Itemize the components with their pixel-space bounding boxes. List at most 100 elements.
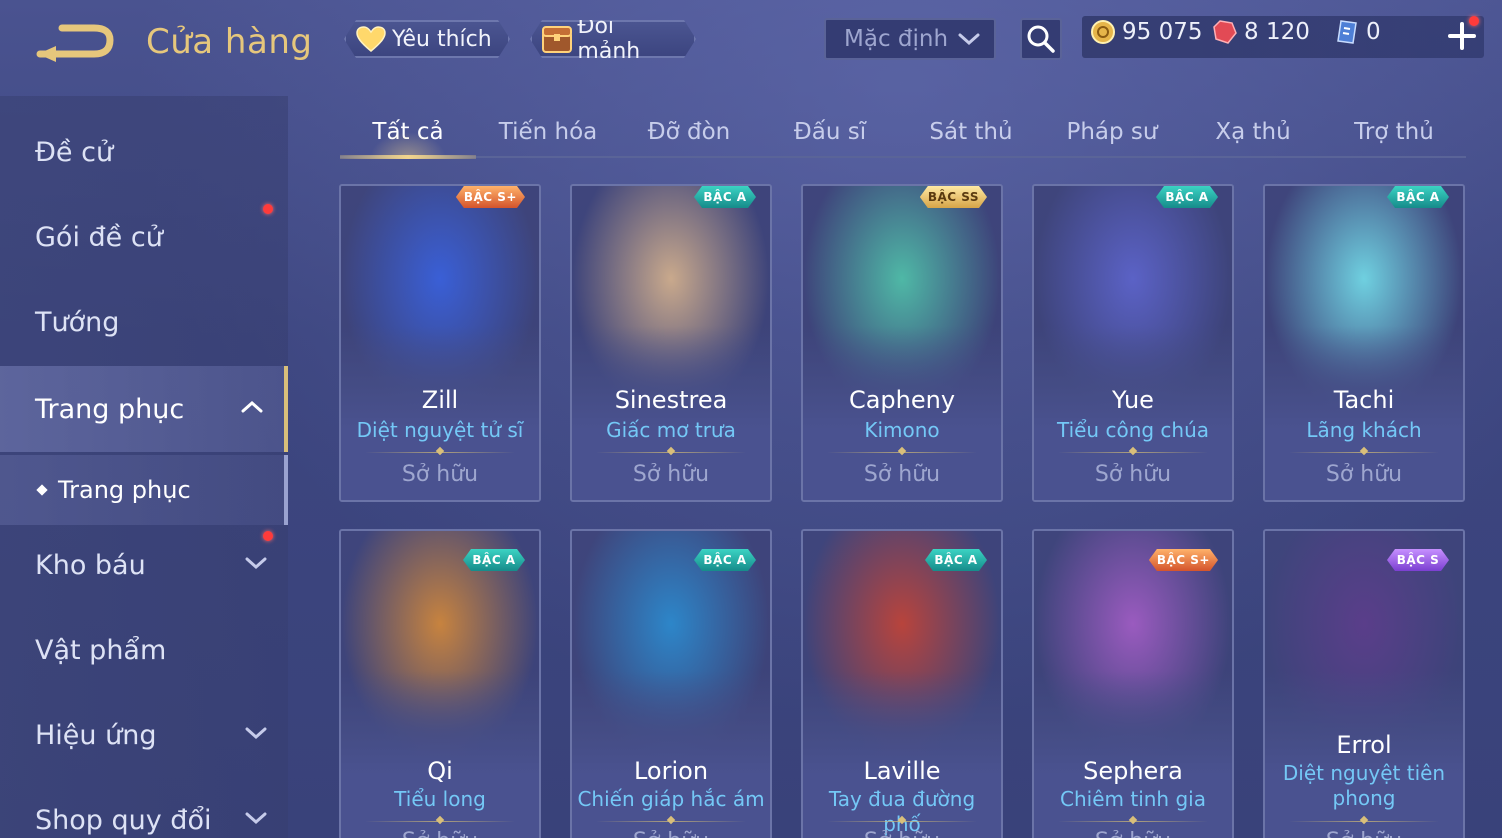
favorite-button[interactable]: Yêu thích xyxy=(344,20,510,58)
divider xyxy=(365,821,515,822)
skin-card[interactable]: BẬC A Yue Tiểu công chúa Sở hữu xyxy=(1032,184,1234,502)
hero-name: Sinestrea xyxy=(614,386,728,414)
skin-card[interactable]: BẬC A Sinestrea Giấc mơ trưa Sở hữu xyxy=(570,184,772,502)
skin-card[interactable]: BẬC A Qi Tiểu long Sở hữu xyxy=(339,529,541,838)
tier-badge: BẬC A xyxy=(463,549,525,571)
tab-tank[interactable]: Đỡ đòn xyxy=(621,108,757,156)
tab-label: Tất cả xyxy=(372,119,444,145)
owned-status: Sở hữu xyxy=(1034,829,1232,838)
hero-name: Lorion xyxy=(633,757,709,785)
skin-card[interactable]: BẬC A Lorion Chiến giáp hắc ám Sở hữu xyxy=(570,529,772,838)
skin-name: Giấc mơ trưa xyxy=(606,418,736,442)
sidebar-item-label: Vật phẩm xyxy=(35,634,167,666)
sidebar-item-recommended-packs[interactable]: Gói đề cử xyxy=(0,197,288,277)
exchange-fragments-button[interactable]: Đổi mảnh xyxy=(530,20,696,58)
sidebar-item-label: Trang phục xyxy=(35,393,185,425)
back-arrow-icon[interactable] xyxy=(36,24,114,64)
card-shade xyxy=(1034,671,1232,838)
tab-support[interactable]: Trợ thủ xyxy=(1326,108,1462,156)
sidebar-subitem-label: Trang phục xyxy=(58,476,191,504)
sidebar-item-items[interactable]: Vật phẩm xyxy=(0,610,288,690)
sidebar-item-label: Gói đề cử xyxy=(35,221,163,253)
tab-assassin[interactable]: Sát thủ xyxy=(903,108,1039,156)
divider xyxy=(1289,452,1439,453)
skin-card[interactable]: BẬC S Errol Diệt nguyệt tiên phong Sở hữ… xyxy=(1263,529,1465,838)
search-button[interactable] xyxy=(1020,18,1062,60)
skin-card[interactable]: BẬC A Laville Tay đua đường phố Sở hữu xyxy=(801,529,1003,838)
sidebar-item-treasure[interactable]: Kho báu xyxy=(0,525,288,605)
hero-name: Tachi xyxy=(1333,386,1395,414)
sidebar-item-exchange-shop[interactable]: Shop quy đổi xyxy=(0,780,288,838)
chest-icon xyxy=(540,24,573,54)
divider xyxy=(827,452,977,453)
sidebar-item-label: Shop quy đổi xyxy=(35,804,212,836)
tier-badge: BẬC A xyxy=(1387,186,1449,208)
skin-name: Lãng khách xyxy=(1306,418,1422,442)
owned-status: Sở hữu xyxy=(1325,462,1403,487)
hero-name: Laville xyxy=(863,757,941,785)
voucher-icon xyxy=(1334,19,1360,45)
tier-badge: BẬC A xyxy=(694,186,756,208)
skin-name: Diệt nguyệt tiên phong xyxy=(1282,761,1446,810)
hero-name: Sephera xyxy=(1083,757,1183,785)
owned-status: Sở hữu xyxy=(341,829,539,838)
owned-status: Sở hữu xyxy=(401,462,479,487)
ruby-gem-icon xyxy=(1212,19,1238,45)
skin-card[interactable]: BẬC A Tachi Lãng khách Sở hữu xyxy=(1263,184,1465,502)
owned-status: Sở hữu xyxy=(1265,829,1463,838)
sidebar-item-skins[interactable]: Trang phục xyxy=(0,366,288,452)
divider xyxy=(596,821,746,822)
exchange-label: Đổi mảnh xyxy=(577,14,641,64)
tab-label: Trợ thủ xyxy=(1354,119,1434,145)
sort-dropdown[interactable]: Mặc định xyxy=(824,18,996,60)
divider xyxy=(1289,821,1439,822)
divider xyxy=(827,821,977,822)
tier-badge: BẬC S+ xyxy=(456,186,525,208)
notification-dot xyxy=(263,531,273,541)
tab-all[interactable]: Tất cả xyxy=(340,108,476,159)
tab-mage[interactable]: Pháp sư xyxy=(1044,108,1180,156)
skin-name: Kimono xyxy=(864,418,940,442)
owned-status: Sở hữu xyxy=(1094,462,1172,487)
favorite-label: Yêu thích xyxy=(392,26,492,52)
tab-marksman[interactable]: Xạ thủ xyxy=(1185,108,1321,156)
sidebar-item-heroes[interactable]: Tướng xyxy=(0,282,288,362)
sidebar-item-label: Tướng xyxy=(35,306,120,338)
sidebar-item-recommended[interactable]: Đề cử xyxy=(0,112,288,192)
tab-label: Đỡ đòn xyxy=(647,119,731,145)
tier-badge: BẬC A xyxy=(1156,186,1218,208)
owned-status: Sở hữu xyxy=(632,462,710,487)
owned-status: Sở hữu xyxy=(572,829,770,838)
tier-badge: BẬC SS xyxy=(920,186,987,208)
skin-card[interactable]: BẬC SS Capheny Kimono Sở hữu xyxy=(801,184,1003,502)
ruby-balance: 8 120 xyxy=(1212,19,1310,45)
divider xyxy=(596,452,746,453)
hero-name: Yue xyxy=(1112,386,1154,414)
heart-icon xyxy=(354,24,388,54)
owned-status: Sở hữu xyxy=(803,829,1001,838)
page-title: Cửa hàng xyxy=(146,22,313,62)
voucher-balance: 0 xyxy=(1334,19,1381,45)
sidebar-subitem-skins[interactable]: Trang phục xyxy=(0,455,288,525)
sidebar-item-label: Hiệu ứng xyxy=(35,719,157,751)
sidebar-item-effects[interactable]: Hiệu ứng xyxy=(0,695,288,775)
tab-fighter[interactable]: Đấu sĩ xyxy=(762,108,898,156)
skin-name: Diệt nguyệt tử sĩ xyxy=(356,418,524,442)
skin-name: Chiêm tinh gia xyxy=(1060,787,1206,811)
gold-amount: 95 075 xyxy=(1122,19,1203,45)
hero-name: Zill xyxy=(421,386,459,414)
skin-card[interactable]: BẬC S+ Zill Diệt nguyệt tử sĩ Sở hữu xyxy=(339,184,541,502)
tab-evolution[interactable]: Tiến hóa xyxy=(480,108,616,156)
hero-name: Errol xyxy=(1336,731,1392,759)
search-icon xyxy=(1027,25,1055,53)
role-tabs: Tất cả Tiến hóa Đỡ đòn Đấu sĩ Sát thủ Ph… xyxy=(340,108,1466,159)
notification-dot xyxy=(1469,16,1479,26)
skin-card[interactable]: BẬC S+ Sephera Chiêm tinh gia Sở hữu xyxy=(1032,529,1234,838)
tier-badge: BẬC A xyxy=(925,549,987,571)
skin-name: Tiểu long xyxy=(394,787,486,811)
skin-name: Chiến giáp hắc ám xyxy=(577,787,765,811)
diamond-icon xyxy=(36,484,48,496)
owned-status: Sở hữu xyxy=(863,462,941,487)
tier-badge: BẬC A xyxy=(694,549,756,571)
tab-label: Đấu sĩ xyxy=(793,119,867,145)
